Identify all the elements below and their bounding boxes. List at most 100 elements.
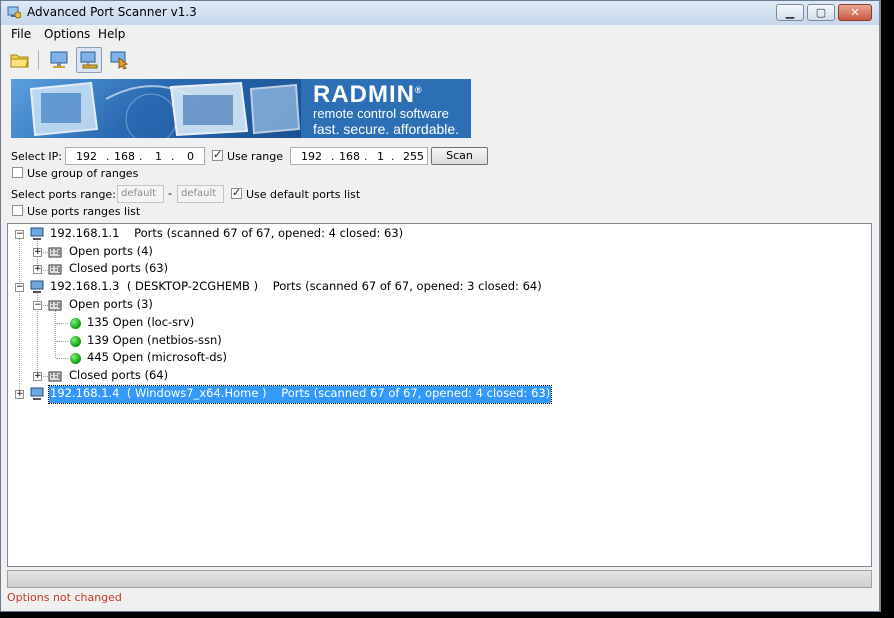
open-port-status-icon: [70, 353, 81, 364]
open-port-item[interactable]: 445 Open (microsoft-ds): [87, 350, 227, 367]
collapse-toggle[interactable]: −: [33, 301, 42, 310]
host-summary: Ports (scanned 67 of 67, opened: 4 close…: [134, 226, 404, 240]
scan-button[interactable]: Scan: [431, 147, 488, 165]
use-default-ports-label: Use default ports list: [246, 188, 361, 201]
remote-control-button[interactable]: [106, 47, 132, 73]
port-from-input[interactable]: default: [117, 185, 164, 203]
ports-icon: [48, 264, 62, 275]
scan-computer-button[interactable]: [46, 47, 72, 73]
menu-help[interactable]: Help: [98, 27, 125, 41]
ip-to-octet-2: 168: [339, 150, 360, 163]
closed-ports-node[interactable]: Closed ports (64): [69, 368, 168, 385]
maximize-button[interactable]: ▢: [807, 4, 835, 21]
app-icon: [7, 6, 21, 19]
expand-toggle[interactable]: +: [33, 248, 42, 257]
select-ip-label: Select IP:: [11, 150, 63, 163]
use-range-checkbox[interactable]: [212, 148, 223, 161]
window-edge: [879, 0, 881, 612]
banner-artwork: [11, 79, 301, 138]
minimize-button[interactable]: ▁: [776, 4, 804, 21]
ip-to-octet-3: 1: [377, 150, 384, 163]
tree-line: [56, 323, 68, 324]
toolbar-separator: [38, 50, 39, 70]
ip-dot: .: [364, 150, 368, 163]
remote-computer-icon: [110, 51, 129, 70]
computer-icon: [50, 51, 68, 68]
port-to-input[interactable]: default: [177, 185, 224, 203]
ip-dot: .: [331, 150, 335, 163]
use-range-label: Use range: [227, 150, 284, 163]
menu-file[interactable]: File: [11, 27, 31, 41]
ip-dot: .: [106, 150, 110, 163]
use-ports-ranges-checkbox[interactable]: [12, 205, 23, 216]
host-name: ( Windows7_x64.Home ): [126, 386, 267, 400]
expand-toggle[interactable]: +: [33, 265, 42, 274]
select-ports-label: Select ports range:: [11, 188, 116, 201]
close-button[interactable]: ✕: [838, 4, 872, 21]
open-port-item[interactable]: 139 Open (netbios-ssn): [87, 333, 222, 350]
ip-to-input[interactable]: 192 . 168 . 1 . 255: [290, 147, 428, 165]
ip-dot: .: [171, 150, 175, 163]
banner-title: RADMIN®: [313, 81, 423, 109]
status-text: Options not changed: [7, 591, 122, 604]
host-ip: 192.168.1.4: [50, 386, 120, 400]
host-ip: 192.168.1.3: [50, 279, 120, 293]
host-ip: 192.168.1.1: [50, 226, 120, 240]
banner-slogan: fast. secure. affordable.: [313, 121, 460, 137]
use-group-label: Use group of ranges: [27, 167, 139, 180]
open-port-status-icon: [70, 336, 81, 347]
minimize-icon: ▁: [785, 6, 795, 19]
registered-mark: ®: [415, 85, 423, 95]
radmin-banner[interactable]: RADMIN® remote control software fast. se…: [11, 79, 471, 138]
host-summary: Ports (scanned 67 of 67, opened: 3 close…: [272, 279, 542, 293]
host-computer-icon: [30, 227, 44, 240]
host-row-selected[interactable]: 192.168.1.4 ( Windows7_x64.Home ) Ports …: [47, 385, 553, 404]
menu-bar: File Options Help: [1, 25, 879, 43]
collapse-toggle[interactable]: −: [15, 230, 24, 239]
collapse-toggle[interactable]: −: [15, 283, 24, 292]
folder-icon: [10, 54, 29, 68]
menu-options[interactable]: Options: [44, 27, 90, 41]
use-default-ports-checkbox[interactable]: [231, 186, 242, 199]
maximize-icon: ▢: [815, 6, 827, 19]
banner-screens-icon: [29, 81, 301, 138]
open-ports-node[interactable]: Open ports (3): [69, 297, 153, 314]
host-row[interactable]: 192.168.1.3 ( DESKTOP-2CGHEMB ) Ports (s…: [50, 279, 542, 296]
host-computer-icon: [30, 387, 44, 400]
network-view-button[interactable]: [76, 47, 102, 73]
expand-toggle[interactable]: +: [33, 372, 42, 381]
ip-to-octet-1: 192: [301, 150, 322, 163]
host-summary: Ports (scanned 67 of 67, opened: 4 close…: [281, 386, 551, 400]
open-port-item[interactable]: 135 Open (loc-srv): [87, 315, 194, 332]
ports-separator: -: [168, 187, 172, 200]
ip-dot: .: [391, 150, 395, 163]
ip-from-octet-1: 192: [76, 150, 97, 163]
host-name: ( DESKTOP-2CGHEMB ): [126, 279, 259, 293]
ports-icon: [48, 247, 62, 258]
toolbar: [1, 44, 879, 76]
network-computer-icon: [80, 51, 98, 69]
closed-ports-node[interactable]: Closed ports (63): [69, 261, 168, 278]
banner-subtitle: remote control software: [313, 106, 449, 121]
open-folder-button[interactable]: [7, 47, 33, 73]
close-icon: ✕: [850, 6, 860, 19]
window-title: Advanced Port Scanner v1.3: [27, 5, 197, 19]
ip-to-octet-4: 255: [403, 150, 424, 163]
results-tree[interactable]: − 192.168.1.1 Ports (scanned 67 of 67, o…: [7, 223, 872, 567]
app-window: Advanced Port Scanner v1.3 ▁ ▢ ✕ File Op…: [0, 0, 880, 612]
banner-title-text: RADMIN: [313, 81, 415, 108]
ports-icon: [48, 300, 62, 311]
open-port-status-icon: [70, 318, 81, 329]
tree-line: [56, 358, 68, 359]
host-row[interactable]: 192.168.1.1 Ports (scanned 67 of 67, ope…: [50, 226, 403, 243]
ip-from-octet-2: 168: [114, 150, 135, 163]
scan-progress-bar: [7, 570, 872, 588]
expand-toggle[interactable]: +: [15, 390, 24, 399]
use-group-checkbox[interactable]: [12, 167, 23, 178]
open-ports-node[interactable]: Open ports (4): [69, 244, 153, 261]
use-ports-ranges-label: Use ports ranges list: [27, 205, 141, 218]
title-bar[interactable]: Advanced Port Scanner v1.3 ▁ ▢ ✕: [1, 1, 879, 25]
host-computer-icon: [30, 280, 44, 293]
ip-dot: .: [139, 150, 143, 163]
ip-from-input[interactable]: 192 . 168 . 1 . 0: [65, 147, 205, 165]
